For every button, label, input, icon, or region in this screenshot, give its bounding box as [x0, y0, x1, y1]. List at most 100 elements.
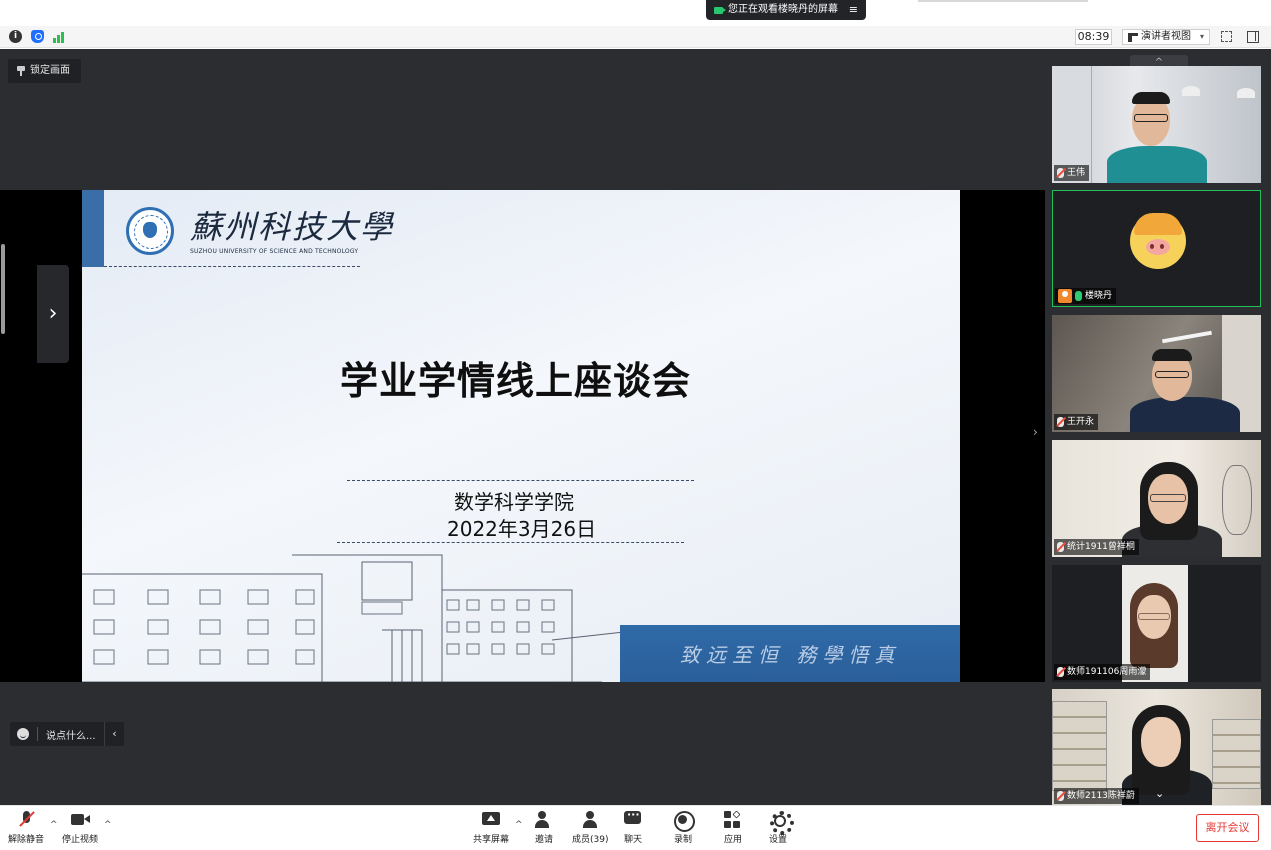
settings-button[interactable]: 设置 [769, 811, 794, 845]
record-label: 录制 [674, 835, 693, 845]
invite-label: 邀请 [535, 835, 554, 845]
chat-label: 聊天 [624, 835, 643, 845]
layout-icon [1128, 32, 1138, 42]
participant-tile-active[interactable]: 楼晓丹 [1052, 190, 1261, 307]
next-page-button[interactable]: › [37, 265, 69, 363]
slide-accent-bar [82, 190, 104, 267]
list-icon[interactable]: ≡ [849, 0, 858, 20]
scrollbar[interactable] [1, 244, 5, 334]
divider [104, 266, 360, 267]
mic-muted-icon [1057, 667, 1064, 677]
leave-meeting-button[interactable]: 离开会议 [1196, 814, 1259, 842]
participant-tile[interactable]: 统计1911曾祥桐 [1052, 440, 1261, 557]
viewing-text: 您正在观看楼晓丹的屏幕 [728, 4, 838, 15]
participant-nametag: 统计1911曾祥桐 [1054, 539, 1139, 555]
signal-icon[interactable] [53, 30, 66, 43]
audio-options-caret[interactable]: ^ [50, 820, 58, 830]
apps-label: 应用 [724, 835, 743, 845]
participant-nametag: 楼晓丹 [1055, 288, 1117, 304]
video-camera-icon [71, 811, 90, 828]
members-label: 成员(39) [572, 835, 609, 845]
slide-title: 学业学情线上座谈会 [340, 359, 692, 403]
host-icon [1058, 289, 1072, 303]
pin-icon [17, 66, 25, 76]
viewing-indicator[interactable]: 您正在观看楼晓丹的屏幕 ≡ [706, 0, 866, 20]
collapse-chat-button[interactable]: ‹ [104, 722, 124, 746]
stop-video-button[interactable]: 停止视频 [62, 811, 98, 845]
record-button[interactable]: 录制 [674, 811, 695, 845]
participant-nametag: 数师191106周雨濛 [1054, 664, 1151, 680]
university-name-en: SUZHOU UNIVERSITY OF SCIENCE AND TECHNOL… [190, 248, 359, 255]
chat-bubble-icon [624, 808, 642, 828]
participant-name: 统计1911曾祥桐 [1067, 542, 1135, 552]
share-screen-label: 共享屏幕 [473, 835, 510, 845]
meeting-toolbar: 解除静音 ^ 停止视频 ^ 共享屏幕 ^ 邀请 成员(39) 聊天 录制 [0, 805, 1271, 850]
participant-name: 数师2113陈祥蔚 [1067, 791, 1135, 801]
participant-tile[interactable]: 数师2113陈祥蔚 ⌄ [1052, 689, 1261, 806]
fullscreen-icon[interactable] [1221, 31, 1232, 42]
mic-muted-icon [1057, 417, 1064, 427]
status-bar: i 08:39 演讲者视图 ▾ [0, 26, 1271, 48]
mic-muted-icon [1057, 168, 1064, 178]
apps-button[interactable]: 应用 [724, 810, 743, 845]
members-button[interactable]: 成员(39) [572, 811, 608, 845]
shield-icon[interactable] [31, 30, 44, 43]
stop-video-label: 停止视频 [62, 835, 99, 845]
top-banner: 您正在观看楼晓丹的屏幕 ≡ [0, 0, 1271, 22]
lock-view-label: 锁定画面 [30, 65, 70, 76]
chat-placeholder: 说点什么... [46, 730, 96, 742]
meeting-timer: 08:39 [1075, 29, 1112, 45]
emoji-icon[interactable] [17, 728, 29, 740]
meeting-window: 您正在观看楼晓丹的屏幕 ≡ i 08:39 演讲者视图 ▾ 锁定画面 › 蘇州科… [0, 0, 1271, 850]
view-mode-dropdown[interactable]: 演讲者视图 ▾ [1122, 29, 1210, 45]
share-screen-icon [482, 811, 500, 828]
chevron-down-icon: ▾ [1199, 32, 1204, 41]
unmute-label: 解除静音 [8, 835, 45, 845]
share-options-caret[interactable]: ^ [515, 820, 523, 830]
separator [37, 727, 38, 741]
info-icon[interactable]: i [9, 30, 22, 43]
unmute-button[interactable]: 解除静音 [8, 811, 44, 845]
presentation-slide: 蘇州科技大學 SUZHOU UNIVERSITY OF SCIENCE AND … [82, 190, 960, 682]
participant-name: 王开永 [1067, 417, 1095, 427]
record-icon [674, 811, 695, 832]
chat-input[interactable]: 说点什么... ‹ [10, 722, 124, 746]
participant-tile[interactable]: 王伟 [1052, 66, 1261, 183]
divider [337, 542, 684, 543]
participant-nametag: 王开永 [1054, 414, 1099, 430]
participant-name: 数师191106周雨濛 [1067, 667, 1147, 677]
window-edge [918, 0, 1088, 2]
mic-muted-icon [1057, 542, 1064, 552]
mic-on-icon [1075, 291, 1082, 301]
microphone-muted-icon [17, 811, 35, 828]
view-mode-label: 演讲者视图 [1141, 31, 1191, 42]
participant-tile[interactable]: 数师191106周雨濛 [1052, 565, 1261, 682]
shared-screen-stage: 锁定画面 › 蘇州科技大學 SUZHOU UNIVERSITY OF SCIEN… [0, 49, 1045, 805]
participant-nametag: 王伟 [1054, 165, 1090, 181]
apps-grid-icon [724, 810, 742, 828]
participant-tile[interactable]: 王开永 [1052, 315, 1261, 432]
university-name-cn: 蘇州科技大學 [190, 208, 395, 246]
participant-video-rail: ^ 王伟 楼晓丹 王开永 统计1911曾祥桐 数师191106周雨濛 数师211… [1045, 49, 1271, 806]
chat-button[interactable]: 聊天 [624, 808, 643, 845]
motto-banner: 致远至恒 務學悟真 [620, 625, 960, 682]
share-screen-button[interactable]: 共享屏幕 [473, 811, 509, 845]
university-seal-logo [126, 207, 174, 255]
video-camera-icon [714, 6, 726, 14]
invite-user-icon [535, 811, 553, 828]
university-motto: 致远至恒 務學悟真 [680, 643, 901, 667]
avatar [1130, 213, 1186, 269]
building-illustration [82, 554, 642, 682]
gear-icon [769, 811, 794, 835]
participant-name: 楼晓丹 [1085, 291, 1113, 301]
invite-button[interactable]: 邀请 [535, 811, 553, 845]
slide-organizer: 数学科学学院 [454, 490, 574, 514]
lock-view-button[interactable]: 锁定画面 [8, 59, 81, 83]
panel-toggle-icon[interactable] [1247, 31, 1259, 43]
divider [347, 480, 694, 481]
scroll-down-button[interactable]: ⌄ [1155, 787, 1164, 800]
mic-muted-icon [1057, 791, 1064, 801]
chevron-right-icon[interactable]: › [1033, 425, 1038, 439]
video-options-caret[interactable]: ^ [104, 820, 112, 830]
members-icon [581, 811, 599, 828]
